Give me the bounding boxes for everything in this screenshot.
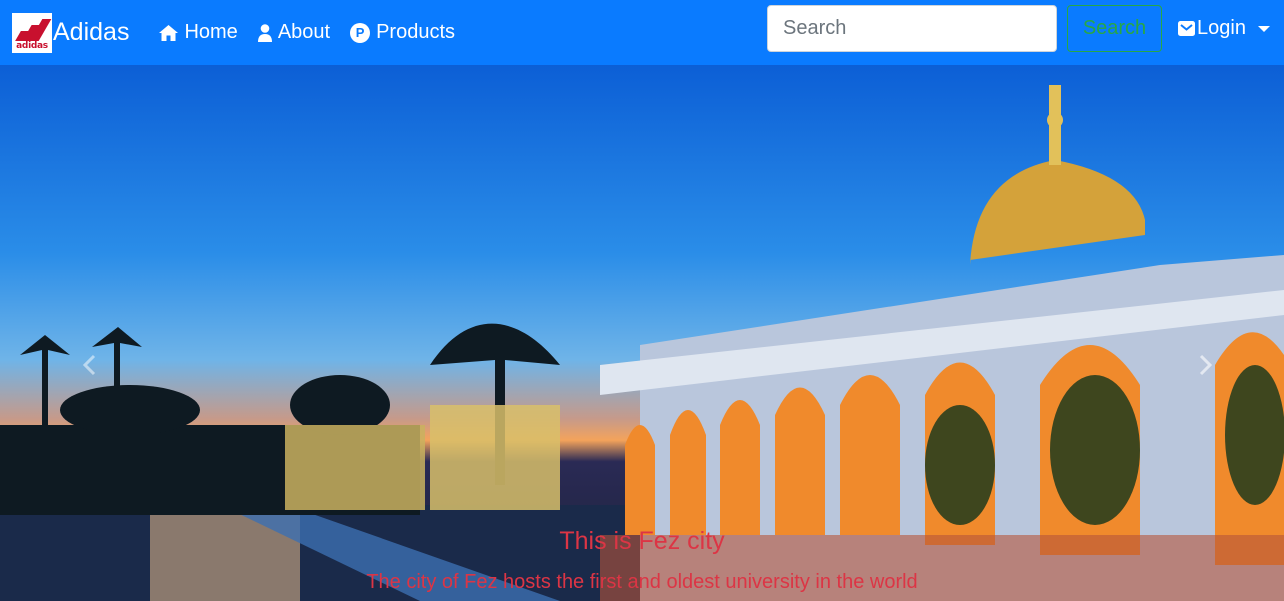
brand-link[interactable]: adidas Adidas [12, 12, 130, 53]
nav-products-label: Products [376, 21, 456, 43]
brand-name: Adidas [53, 18, 130, 46]
hero-carousel: This is Fez city The city of Fez hosts t… [0, 65, 1284, 601]
navbar: adidas Adidas Home About P Products Sear… [0, 0, 1284, 65]
chevron-right-icon [1199, 354, 1213, 376]
carousel-prev-button[interactable] [75, 350, 105, 380]
nav-links: Home About P Products [149, 21, 465, 44]
logo-wordmark: adidas [16, 40, 48, 51]
carousel-image [0, 65, 1284, 601]
p-circle-icon: P [350, 22, 371, 43]
adidas-logo: adidas [12, 12, 52, 53]
chevron-left-icon [82, 354, 96, 376]
carousel-caption-title: This is Fez city [559, 527, 725, 555]
nav-home[interactable]: Home [149, 21, 247, 44]
home-icon [159, 24, 179, 41]
nav-products[interactable]: P Products [340, 21, 465, 44]
user-icon [257, 23, 272, 42]
search-button[interactable]: Search [1067, 5, 1162, 52]
envelope-icon [1178, 21, 1195, 36]
search-input[interactable] [767, 5, 1057, 52]
nav-about[interactable]: About [248, 21, 340, 44]
caret-down-icon [1257, 25, 1270, 32]
nav-about-label: About [277, 21, 331, 43]
carousel-caption-text: The city of Fez hosts the first and olde… [366, 571, 918, 593]
carousel-next-button[interactable] [1190, 350, 1220, 380]
login-label: Login [1197, 17, 1246, 39]
login-dropdown[interactable]: Login [1178, 0, 1270, 57]
nav-home-label: Home [184, 21, 238, 43]
